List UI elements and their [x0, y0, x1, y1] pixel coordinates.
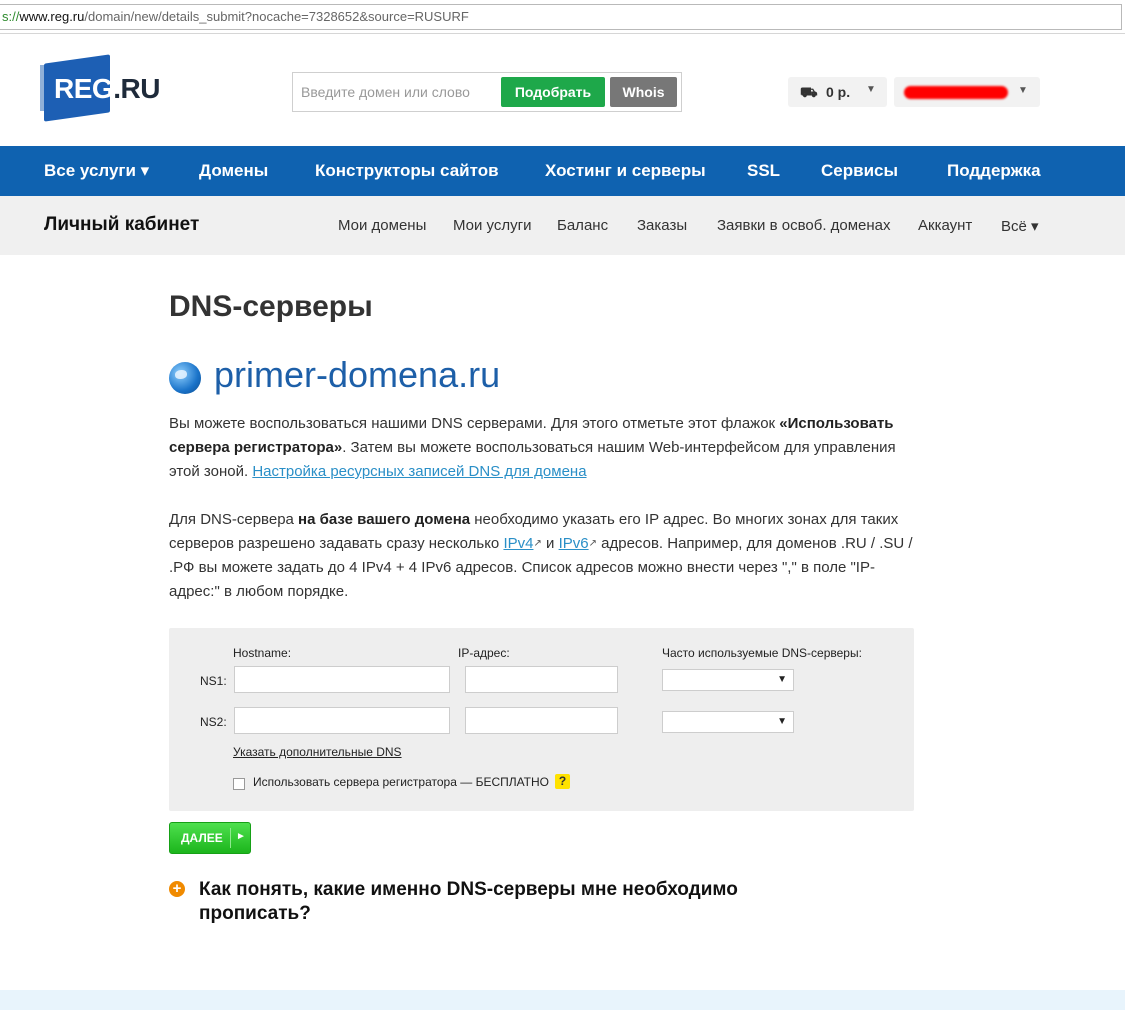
user-menu-dropdown[interactable]: ▼: [894, 77, 1040, 107]
ip-and: и: [541, 535, 559, 552]
faq-question[interactable]: Как понять, какие именно DNS-серверы мне…: [199, 878, 799, 926]
site-header: REG.RU Подобрать Whois ⛟ 0 р. ▼ ▼: [0, 35, 1125, 146]
ns1-label: NS1:: [200, 674, 227, 688]
subnav-free-domain-requests[interactable]: Заявки в освоб. доменах: [717, 217, 891, 234]
ns2-ip-input[interactable]: [465, 707, 618, 734]
nav-ssl[interactable]: SSL: [747, 146, 780, 196]
help-icon[interactable]: ?: [555, 774, 570, 789]
nav-hosting[interactable]: Хостинг и серверы: [545, 146, 706, 196]
browser-address-bar: s://www.reg.ru/domain/new/details_submit…: [0, 0, 1125, 34]
intro-paragraph: Вы можете воспользоваться нашими DNS сер…: [169, 412, 919, 484]
external-link-icon: ↗: [533, 538, 542, 549]
logo-text: REG.RU: [54, 73, 160, 105]
hostname-header: Hostname:: [233, 646, 292, 660]
nav-support[interactable]: Поддержка: [947, 146, 1041, 196]
nav-services[interactable]: Сервисы: [821, 146, 898, 196]
domain-search: Подобрать Whois: [292, 72, 682, 112]
subnav-account[interactable]: Аккаунт: [918, 217, 972, 234]
expand-plus-icon[interactable]: +: [169, 881, 185, 897]
account-title[interactable]: Личный кабинет: [44, 214, 199, 236]
main-navigation: Все услуги ▾ Домены Конструкторы сайтов …: [0, 146, 1125, 196]
add-more-dns-link[interactable]: Указать дополнительные DNS: [233, 745, 402, 759]
chevron-down-icon: ▼: [866, 84, 876, 95]
chevron-down-icon: ▼: [1018, 85, 1028, 96]
subnav-all[interactable]: Всё ▾: [1001, 217, 1039, 235]
ns1-ip-input[interactable]: [465, 666, 618, 693]
dropdown-arrow-icon: ▼: [777, 674, 787, 685]
dns-records-link[interactable]: Настройка ресурсных записей DNS для доме…: [252, 463, 586, 480]
balance-value: 0 р.: [826, 84, 851, 100]
next-label: ДАЛЕЕ: [181, 831, 223, 845]
globe-icon: [169, 362, 201, 394]
nav-domains[interactable]: Домены: [199, 146, 268, 196]
coins-icon: ⛟: [800, 84, 818, 100]
url-path: /domain/new/details_submit?nocache=73286…: [84, 9, 469, 24]
domain-name: primer-domena.ru: [214, 354, 501, 395]
pick-domain-button[interactable]: Подобрать: [501, 77, 605, 107]
url-host: www.reg.ru: [19, 9, 85, 24]
ns1-frequent-select[interactable]: ▼: [662, 669, 794, 691]
use-registrar-checkbox[interactable]: [233, 778, 245, 790]
subnav-my-domains[interactable]: Мои домены: [338, 217, 426, 234]
url-field[interactable]: s://www.reg.ru/domain/new/details_submit…: [0, 4, 1122, 30]
intro-text: Вы можете воспользоваться нашими DNS сер…: [169, 415, 780, 432]
logo-main: REG: [54, 73, 114, 104]
balance-dropdown[interactable]: ⛟ 0 р. ▼: [788, 77, 887, 107]
next-button[interactable]: ДАЛЕЕ ►: [169, 822, 251, 854]
logo-suffix: .RU: [113, 73, 160, 104]
external-link-icon: ↗: [588, 538, 597, 549]
ipv6-link[interactable]: IPv6: [559, 535, 589, 552]
ns1-hostname-input[interactable]: [234, 666, 450, 693]
button-separator: [230, 828, 231, 848]
subnav-orders[interactable]: Заказы: [637, 217, 687, 234]
domain-search-input[interactable]: [301, 77, 497, 107]
ns2-frequent-select[interactable]: ▼: [662, 711, 794, 733]
nav-all-services[interactable]: Все услуги ▾: [44, 146, 149, 196]
dns-form: Hostname: IP-адрес: Часто используемые D…: [169, 628, 914, 811]
use-registrar-label[interactable]: Использовать сервера регистратора — БЕСП…: [253, 775, 549, 789]
ip-bold: на базе вашего домена: [298, 511, 471, 528]
ip-text: Для DNS-сервера: [169, 511, 299, 528]
url-scheme: s://: [2, 9, 20, 24]
ipv4-link[interactable]: IPv4: [503, 535, 533, 552]
chevron-right-icon: ►: [236, 831, 246, 842]
ip-info-paragraph: Для DNS-сервера на базе вашего домена не…: [169, 508, 919, 604]
footer-band: [0, 990, 1125, 1010]
whois-button[interactable]: Whois: [610, 77, 677, 107]
ip-header: IP-адрес:: [458, 646, 510, 660]
ns2-hostname-input[interactable]: [234, 707, 450, 734]
reg-ru-logo[interactable]: REG.RU: [40, 54, 170, 122]
ns2-label: NS2:: [200, 715, 227, 729]
subnav-balance[interactable]: Баланс: [557, 217, 608, 234]
nav-site-builders[interactable]: Конструкторы сайтов: [315, 146, 499, 196]
account-subnav: Личный кабинет Мои домены Мои услуги Бал…: [0, 196, 1125, 255]
redacted-username: [904, 86, 1008, 99]
subnav-my-services[interactable]: Мои услуги: [453, 217, 532, 234]
dropdown-arrow-icon: ▼: [777, 716, 787, 727]
frequent-dns-header: Часто используемые DNS-серверы:: [662, 646, 862, 660]
page-title: DNS-серверы: [169, 290, 373, 323]
